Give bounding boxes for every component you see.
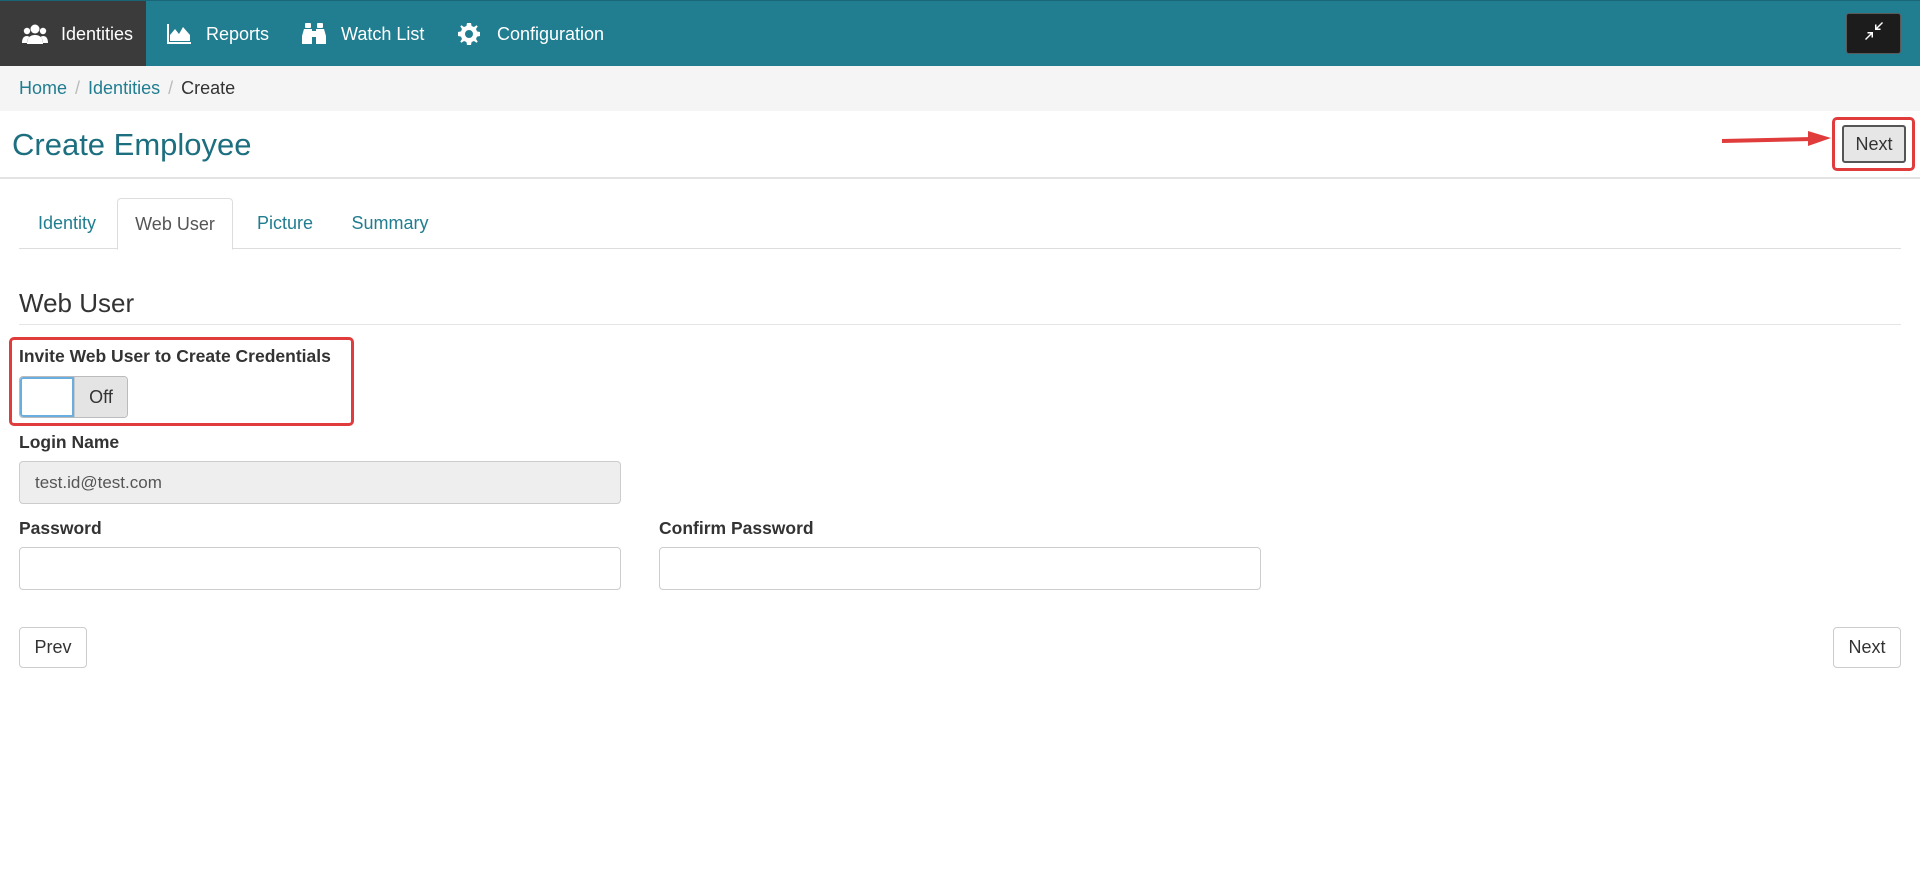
users-icon	[21, 23, 49, 45]
page-header: Create Employee	[0, 111, 1920, 179]
page-title: Create Employee	[12, 127, 252, 162]
tab-picture[interactable]: Picture	[235, 198, 335, 249]
breadcrumb-bar: Home / Identities / Create	[0, 66, 1920, 111]
breadcrumb-separator: /	[75, 78, 81, 98]
collapse-button[interactable]	[1846, 13, 1901, 54]
annotation-arrow	[1721, 131, 1831, 146]
wizard-tabs: Identity Web User Picture Summary	[19, 198, 1901, 250]
area-chart-icon	[165, 23, 193, 45]
prev-button[interactable]: Prev	[19, 627, 87, 668]
breadcrumb-identities[interactable]: Identities	[88, 78, 160, 99]
breadcrumb-separator: /	[168, 78, 174, 98]
tab-web-user[interactable]: Web User	[117, 198, 233, 250]
password-input[interactable]	[19, 547, 621, 590]
password-label: Password	[19, 518, 102, 538]
toggle-on-side	[20, 377, 74, 417]
top-navbar: Identities Reports Watch List Configurat…	[0, 0, 1920, 67]
breadcrumb: Home / Identities / Create	[19, 78, 235, 99]
invite-toggle[interactable]: Off	[19, 376, 128, 418]
header-next-button[interactable]: Next	[1842, 125, 1906, 163]
breadcrumb-current: Create	[181, 78, 236, 98]
toggle-off-label: Off	[74, 377, 127, 417]
confirm-password-label: Confirm Password	[659, 518, 814, 538]
login-name-input[interactable]	[19, 461, 621, 504]
compress-icon	[1864, 22, 1883, 45]
login-name-label: Login Name	[19, 432, 120, 452]
nav-label-configuration: Configuration	[497, 23, 605, 44]
footer-next-button[interactable]: Next	[1833, 627, 1901, 668]
section-title: Web User	[19, 288, 135, 318]
nav-item-configuration[interactable]: Configuration	[457, 1, 604, 67]
tab-summary[interactable]: Summary	[337, 198, 443, 249]
nav-label-reports: Reports	[206, 23, 270, 44]
breadcrumb-home[interactable]: Home	[19, 78, 67, 99]
nav-label-watch-list: Watch List	[341, 23, 425, 44]
tab-identity[interactable]: Identity	[19, 198, 115, 249]
invite-label: Invite Web User to Create Credentials	[19, 346, 331, 366]
section-divider	[19, 324, 1901, 325]
gear-icon	[457, 23, 481, 45]
nav-item-reports[interactable]: Reports	[165, 1, 269, 67]
nav-label-identities: Identities	[61, 23, 134, 44]
nav-item-watch-list[interactable]: Watch List	[300, 1, 424, 67]
nav-item-identities[interactable]: Identities	[0, 1, 146, 67]
confirm-password-input[interactable]	[659, 547, 1261, 590]
binoculars-icon	[300, 22, 328, 46]
